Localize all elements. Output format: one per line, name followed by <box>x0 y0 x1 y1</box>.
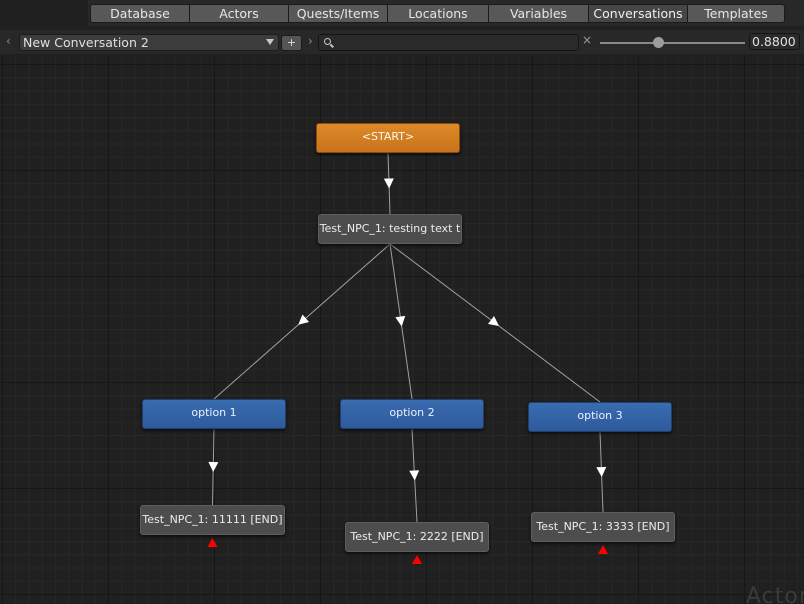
editor-tab-strip: Database Actors Quests/Items Locations V… <box>0 0 804 26</box>
start-node[interactable]: <START> <box>316 123 460 153</box>
search-input[interactable] <box>318 34 579 51</box>
player-response-node-option-1[interactable]: option 1 <box>142 399 286 429</box>
conversation-dropdown[interactable]: New Conversation 2 <box>19 34 279 51</box>
clear-search-icon[interactable]: × <box>582 33 592 47</box>
tab-variables[interactable]: Variables <box>489 4 589 23</box>
tab-quests-items[interactable]: Quests/Items <box>289 4 388 23</box>
npc-end-node-3[interactable]: Test_NPC_1: 3333 [END] <box>531 512 675 542</box>
add-conversation-button[interactable]: + <box>281 35 302 51</box>
link-arrow-icon <box>487 315 499 327</box>
chevron-left-icon[interactable]: ‹ <box>6 34 11 48</box>
npc-dialogue-node[interactable]: Test_NPC_1: testing text t <box>318 214 462 244</box>
dialogue-editor-tabs: Database Actors Quests/Items Locations V… <box>90 4 785 23</box>
tab-locations[interactable]: Locations <box>388 4 489 23</box>
player-response-node-option-3[interactable]: option 3 <box>528 402 672 432</box>
end-marker-icon <box>412 555 422 564</box>
link-arrow-icon <box>409 470 420 481</box>
tab-actors[interactable]: Actors <box>190 4 289 23</box>
npc-end-node-1[interactable]: Test_NPC_1: 11111 [END] <box>140 505 285 535</box>
chevron-right-icon[interactable]: › <box>308 34 313 48</box>
zoom-slider-track[interactable] <box>600 42 745 44</box>
link-arrow-icon <box>208 461 219 472</box>
conversation-dropdown-value: New Conversation 2 <box>23 35 149 50</box>
npc-end-node-2[interactable]: Test_NPC_1: 2222 [END] <box>345 522 489 552</box>
actor-portrait-watermark: Actor <box>746 584 804 604</box>
node-graph-canvas[interactable]: <START> Test_NPC_1: testing text t optio… <box>0 57 804 604</box>
link-arrow-icon <box>395 315 406 327</box>
end-marker-icon <box>207 538 218 547</box>
tab-database[interactable]: Database <box>90 4 190 23</box>
tab-conversations[interactable]: Conversations <box>589 4 688 23</box>
zoom-slider-handle[interactable] <box>653 37 664 48</box>
end-marker-icon <box>598 545 608 554</box>
player-response-node-option-2[interactable]: option 2 <box>340 399 484 429</box>
search-icon <box>324 38 331 45</box>
zoom-value-field[interactable]: 0.8800 <box>749 33 800 50</box>
tab-strip-left-area <box>0 0 88 26</box>
chevron-down-icon <box>266 39 274 45</box>
tab-templates[interactable]: Templates <box>688 4 785 23</box>
link-arrow-icon <box>596 466 607 477</box>
link-arrow-icon <box>383 178 394 189</box>
